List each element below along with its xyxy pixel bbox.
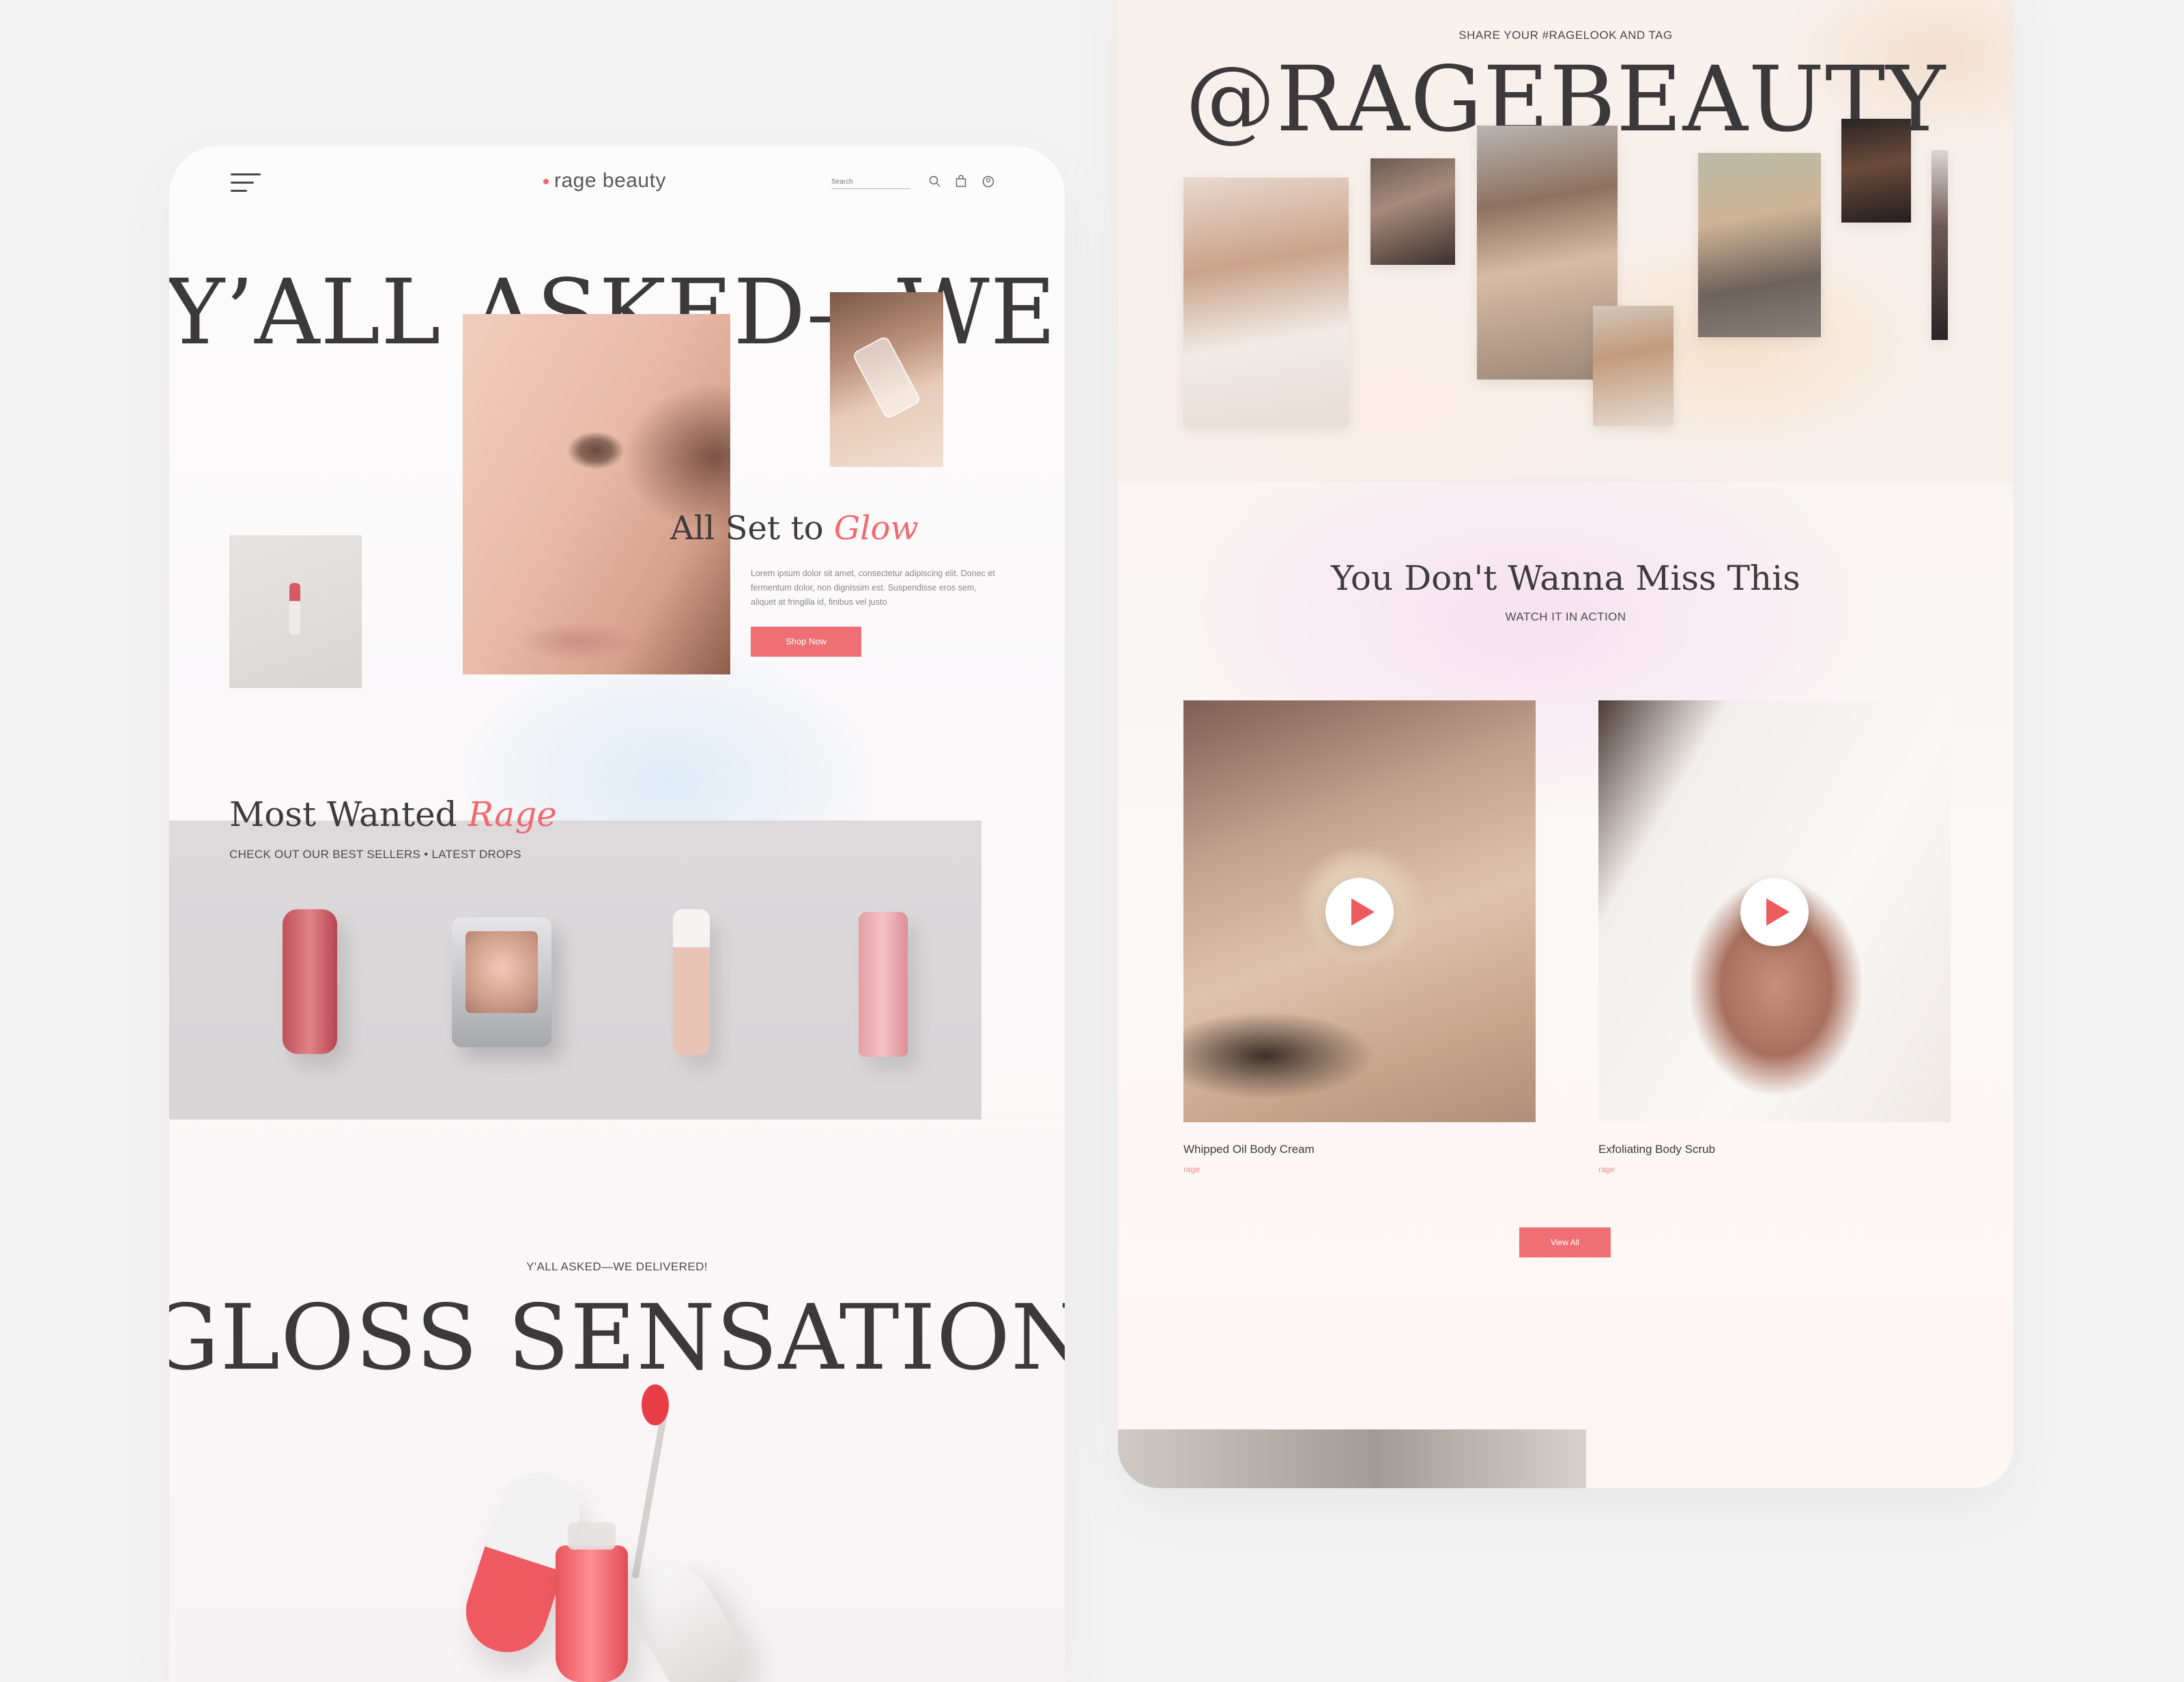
video-title[interactable]: Whipped Oil Body Cream (1183, 1143, 1314, 1156)
product-tube[interactable] (859, 912, 908, 1057)
video-card-body-scrub[interactable] (1598, 700, 1951, 1122)
ugc-photo[interactable] (1841, 119, 1911, 223)
hero-title-main: All Set to (670, 509, 834, 547)
gloss-wand-tip (642, 1384, 669, 1425)
bag-icon[interactable] (954, 175, 968, 188)
ugc-eyebrow: SHARE YOUR #RAGELOOK AND TAG (1459, 29, 1673, 42)
search-icon[interactable] (928, 175, 942, 188)
ugc-photo[interactable] (1183, 177, 1349, 426)
gloss-eyebrow: Y'ALL ASKED—WE DELIVERED! (526, 1260, 708, 1273)
hero-title: All Set to Glow (670, 509, 919, 547)
homepage-left-panel: rage beauty Y’ALL ASKED—WE DE All Set to… (169, 146, 1065, 1682)
most-wanted-title: Most Wanted Rage (229, 795, 557, 834)
gloss-wand (631, 1403, 670, 1579)
search-input[interactable] (831, 175, 910, 189)
video-card-body-cream[interactable] (1183, 700, 1536, 1122)
most-wanted-title-accent: Rage (468, 795, 557, 834)
user-icon[interactable] (981, 175, 995, 188)
video-brand: rage (1598, 1165, 1615, 1174)
videos-subtitle: WATCH IT IN ACTION (1505, 610, 1626, 623)
bottle-image (851, 334, 922, 420)
play-icon[interactable] (1740, 878, 1809, 946)
lipstick-photo (229, 535, 362, 688)
gloss-bottle (556, 1522, 628, 1682)
ugc-photo[interactable] (1698, 153, 1821, 337)
product-lip-gloss[interactable] (283, 909, 337, 1054)
logo-dot-icon (543, 179, 549, 185)
gloss-product-image (455, 1361, 758, 1682)
ugc-photo[interactable] (1931, 150, 1948, 340)
serum-bottle-photo (830, 292, 943, 467)
view-all-button[interactable]: View All (1519, 1227, 1611, 1257)
next-section-image (1118, 1429, 1586, 1488)
play-icon[interactable] (1325, 878, 1394, 946)
logo[interactable]: rage beauty (543, 169, 666, 193)
most-wanted-title-main: Most Wanted (229, 795, 468, 834)
shop-now-button[interactable]: Shop Now (751, 627, 861, 657)
model-face-photo (463, 314, 730, 674)
product-foundation[interactable] (673, 909, 710, 1055)
ugc-photo[interactable] (1593, 306, 1673, 426)
videos-title: You Don't Wanna Miss This (1331, 558, 1800, 598)
product-highlighter-compact[interactable] (452, 917, 551, 1047)
lipstick-image (289, 583, 300, 635)
video-brand: rage (1183, 1165, 1201, 1174)
gloss-cap-right (619, 1554, 758, 1682)
video-title[interactable]: Exfoliating Body Scrub (1598, 1143, 1715, 1156)
logo-text: rage beauty (554, 169, 666, 192)
hero-body-text: Lorem ipsum dolor sit amet, consectetur … (751, 569, 995, 607)
hero-title-accent: Glow (833, 509, 919, 547)
most-wanted-subtitle: CHECK OUT OUR BEST SELLERS • LATEST DROP… (229, 848, 521, 861)
menu-icon[interactable] (231, 173, 261, 197)
highlighter-pan (465, 931, 538, 1013)
ugc-photo[interactable] (1370, 158, 1455, 265)
homepage-right-panel: SHARE YOUR #RAGELOOK AND TAG @RAGEBEAUTY… (1118, 0, 2013, 1488)
